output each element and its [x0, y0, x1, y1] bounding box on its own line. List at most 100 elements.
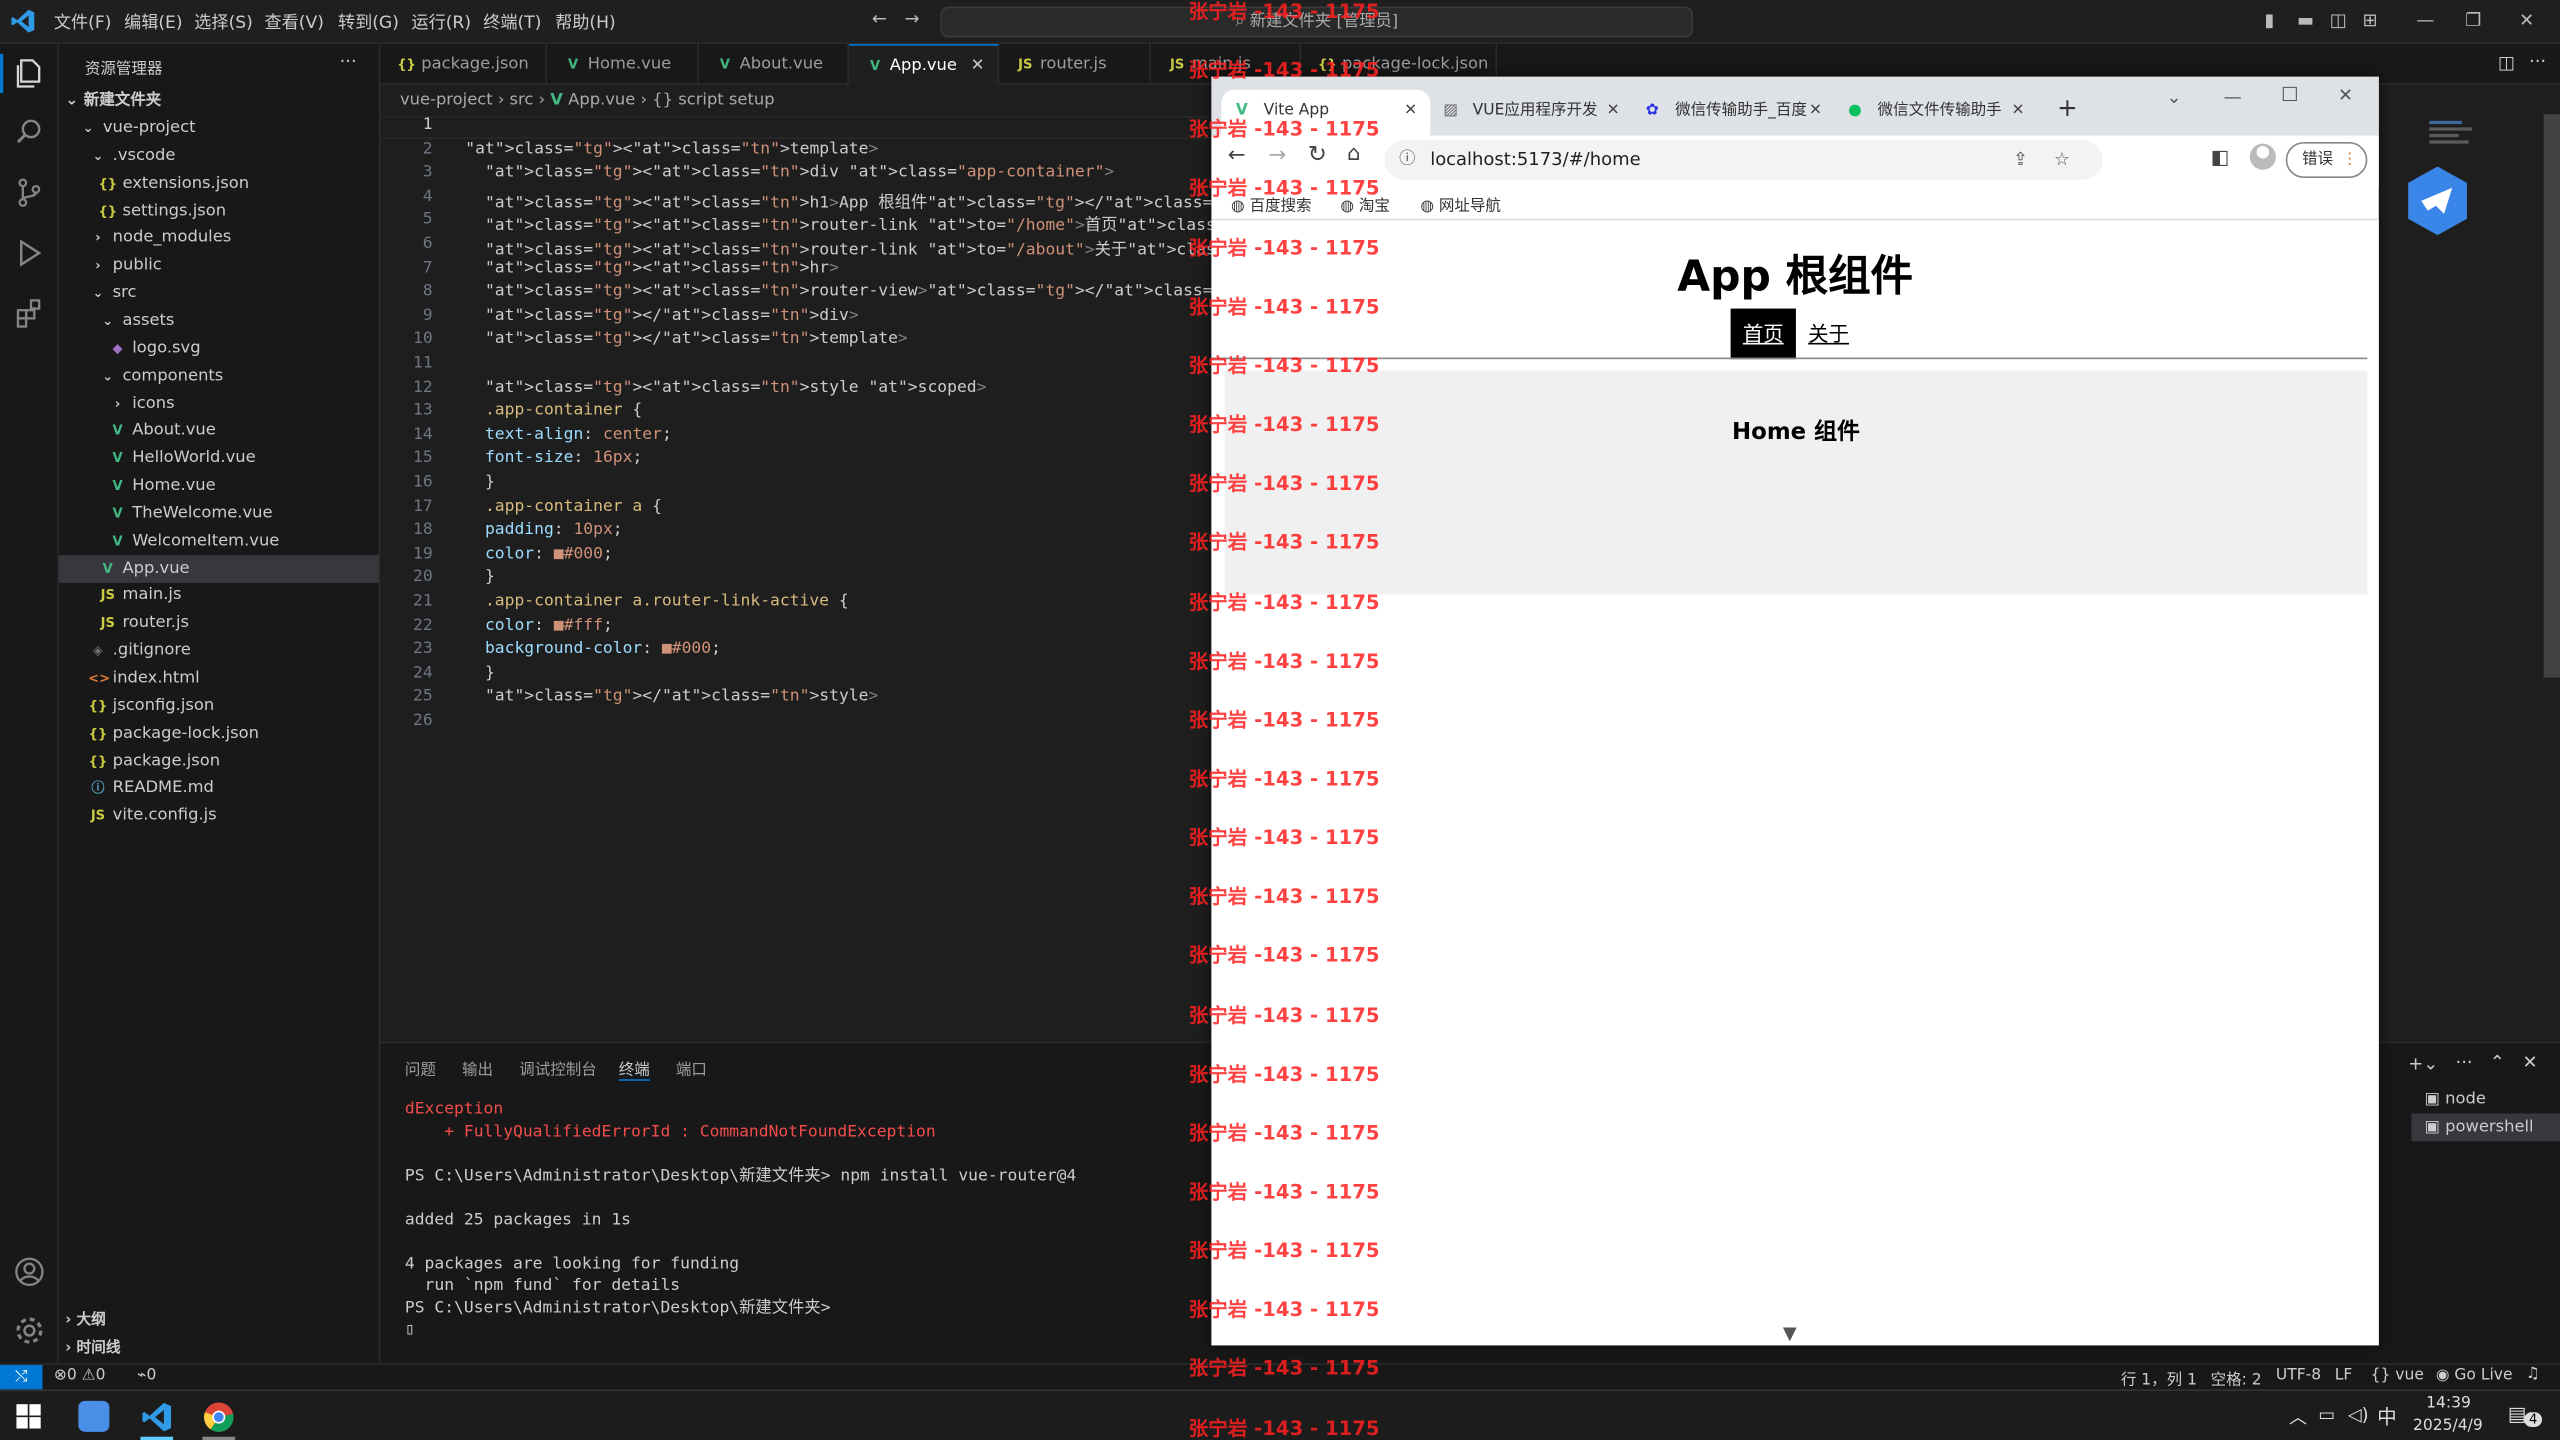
tab-debug-console[interactable]: 调试控制台 [519, 1056, 597, 1079]
outline-section[interactable]: › 大纲 [59, 1308, 379, 1336]
browser-tab-vue-dev[interactable]: ▨ VUE应用程序开发 ✕ [1430, 90, 1632, 136]
notifications-bell-icon[interactable]: ♫ [2526, 1365, 2540, 1383]
browser-close-icon[interactable]: ✕ [2338, 85, 2353, 106]
kebab-menu-icon[interactable]: ⋮ [2342, 144, 2358, 177]
minimize-icon[interactable]: — [2416, 10, 2434, 31]
explorer-more-icon[interactable]: ··· [340, 51, 357, 72]
restore-icon[interactable]: ❐ [2465, 10, 2481, 31]
network-icon[interactable]: ▭ [2318, 1404, 2335, 1425]
editor-more-icon[interactable]: ··· [2529, 51, 2546, 72]
encoding[interactable]: UTF-8 [2276, 1367, 2321, 1385]
menu-run[interactable]: 运行(R) [411, 10, 471, 34]
file-tree-item[interactable]: {} extensions.json [59, 169, 379, 197]
menu-go[interactable]: 转到(G) [338, 10, 399, 34]
breadcrumb-item[interactable]: src [510, 91, 534, 109]
split-editor-icon[interactable]: ◫ [2498, 52, 2515, 73]
file-tree-item[interactable]: V TheWelcome.vue [59, 499, 379, 527]
problems-indicator[interactable]: ⊗0 ⚠0 [54, 1367, 106, 1385]
accounts-icon[interactable] [13, 1256, 46, 1289]
close-tab-icon[interactable]: ✕ [2011, 90, 2024, 132]
terminal-item-node[interactable]: ▣ node [2411, 1086, 2560, 1114]
browser-tab-wechat[interactable]: ● 微信文件传输助手 ✕ [1835, 90, 2037, 136]
indentation[interactable]: 空格: 2 [2211, 1367, 2262, 1389]
file-tree-item[interactable]: {} package-lock.json [59, 719, 379, 747]
menu-selection[interactable]: 选择(S) [194, 10, 253, 34]
tab-output[interactable]: 输出 [462, 1056, 493, 1079]
close-tab-icon[interactable]: ✕ [1809, 90, 1822, 132]
menu-view[interactable]: 查看(V) [264, 10, 323, 34]
nav-link-home[interactable]: 首页 [1730, 308, 1796, 360]
tab-ports[interactable]: 端口 [676, 1056, 707, 1079]
side-panel-icon[interactable]: ◧ [2211, 145, 2230, 168]
file-tree-item[interactable]: <> index.html [59, 664, 379, 692]
vscode-taskbar-icon[interactable] [140, 1401, 173, 1434]
file-tree-item[interactable]: JS main.js [59, 582, 379, 610]
go-live-button[interactable]: ◉ Go Live [2436, 1367, 2513, 1385]
menu-file[interactable]: 文件(F) [54, 10, 112, 34]
tab-problems[interactable]: 问题 [405, 1056, 436, 1079]
close-tab-icon[interactable]: ✕ [1404, 90, 1417, 132]
menu-edit[interactable]: 编辑(E) [124, 10, 182, 34]
forward-icon[interactable]: → [904, 8, 919, 29]
terminal-output[interactable]: dException + FullyQualifiedErrorId : Com… [405, 1099, 1076, 1341]
nav-link-about[interactable]: 关于 [1796, 309, 1861, 360]
browser-minimize-icon[interactable]: — [2224, 87, 2242, 108]
new-tab-icon[interactable]: + [2057, 93, 2078, 122]
windows-start-icon[interactable] [16, 1404, 41, 1429]
bookmark-baidu[interactable]: ◍ 百度搜索 [1231, 193, 1312, 216]
file-tree-item[interactable]: › icons [59, 389, 379, 417]
home-icon[interactable]: ⌂ [1347, 142, 1360, 166]
back-arrow-icon[interactable]: ← [1228, 144, 1246, 168]
tab-terminal[interactable]: 终端 [618, 1056, 650, 1081]
editor-scrollbar[interactable] [2543, 114, 2560, 678]
bookmark-star-icon[interactable]: ☆ [2054, 140, 2070, 179]
site-info-icon[interactable]: ⓘ [1399, 140, 1415, 179]
app-bird-icon[interactable] [78, 1400, 110, 1432]
cursor-position[interactable]: 行 1，列 1 [2121, 1367, 2197, 1389]
tab-router-js[interactable]: JS router.js [999, 44, 1152, 85]
clock-date[interactable]: 2025/4/9 [2413, 1417, 2483, 1435]
bookmark-taobao[interactable]: ◍ 淘宝 [1340, 193, 1390, 216]
tab-package-json[interactable]: {} package.json [380, 44, 547, 85]
bookmark-nav[interactable]: ◍ 网址导航 [1420, 193, 1501, 216]
remote-indicator-icon[interactable]: ⤭ [0, 1364, 43, 1392]
file-tree-item[interactable]: › public [59, 252, 379, 280]
code-editor[interactable]: 1 2 "at">class="tg"><"at">class="tn">templ… [380, 114, 1580, 1041]
close-tab-icon[interactable]: ✕ [1607, 90, 1620, 132]
file-tree-item[interactable]: V App.vue [58, 554, 379, 583]
file-tree-item[interactable]: {} settings.json [59, 197, 379, 225]
file-tree-item[interactable]: ⌄ .vscode [59, 142, 379, 170]
timeline-section[interactable]: › 时间线 [59, 1336, 379, 1364]
terminal-item-powershell[interactable]: ▣ powershell [2411, 1113, 2560, 1142]
floating-bird-app-icon[interactable] [2405, 165, 2470, 237]
file-tree-item[interactable]: ◈ .gitignore [59, 637, 379, 665]
share-icon[interactable]: ⇪ [2013, 140, 2028, 179]
file-tree-item[interactable]: ⌄ assets [59, 307, 379, 335]
search-icon[interactable] [13, 116, 46, 149]
command-center[interactable]: ⌕ 新建文件夹 [管理员] [940, 6, 1694, 38]
file-tree-item[interactable]: {} jsconfig.json [59, 692, 379, 720]
explorer-icon[interactable] [13, 57, 46, 90]
volume-icon[interactable]: ◁) [2348, 1404, 2369, 1425]
back-icon[interactable]: ← [872, 8, 887, 29]
close-panel-icon[interactable]: ✕ [2522, 1051, 2537, 1072]
browser-tab-vite-app[interactable]: V Vite App ✕ [1221, 89, 1431, 136]
file-tree-item[interactable]: V Home.vue [59, 472, 379, 500]
tab-search-chevron-icon[interactable]: ⌄ [2167, 87, 2182, 108]
maximize-panel-icon[interactable]: ⌃ [2490, 1051, 2505, 1072]
file-tree-item[interactable]: JS router.js [59, 609, 379, 637]
scroll-down-chevron-icon[interactable]: ▼ [1783, 1322, 1797, 1343]
toggle-sidebar-icon[interactable]: ▮ [2264, 10, 2274, 31]
menu-help[interactable]: 帮助(H) [555, 10, 616, 34]
file-tree-item[interactable]: ⌄ src [59, 279, 379, 307]
breadcrumb-item[interactable]: vue-project [400, 91, 493, 109]
line-ending[interactable]: LF [2335, 1367, 2353, 1385]
file-tree-item[interactable]: JS vite.config.js [59, 802, 379, 830]
customize-layout-icon[interactable]: ⊞ [2362, 10, 2377, 31]
minimap[interactable] [2429, 118, 2478, 167]
file-tree-item[interactable]: V WelcomeItem.vue [59, 527, 379, 555]
source-control-icon[interactable] [13, 176, 46, 209]
file-tree-item[interactable]: ◆ logo.svg [59, 334, 379, 362]
tab-about-vue[interactable]: V About.vue [699, 44, 849, 85]
reload-icon[interactable]: ↻ [1308, 142, 1327, 168]
